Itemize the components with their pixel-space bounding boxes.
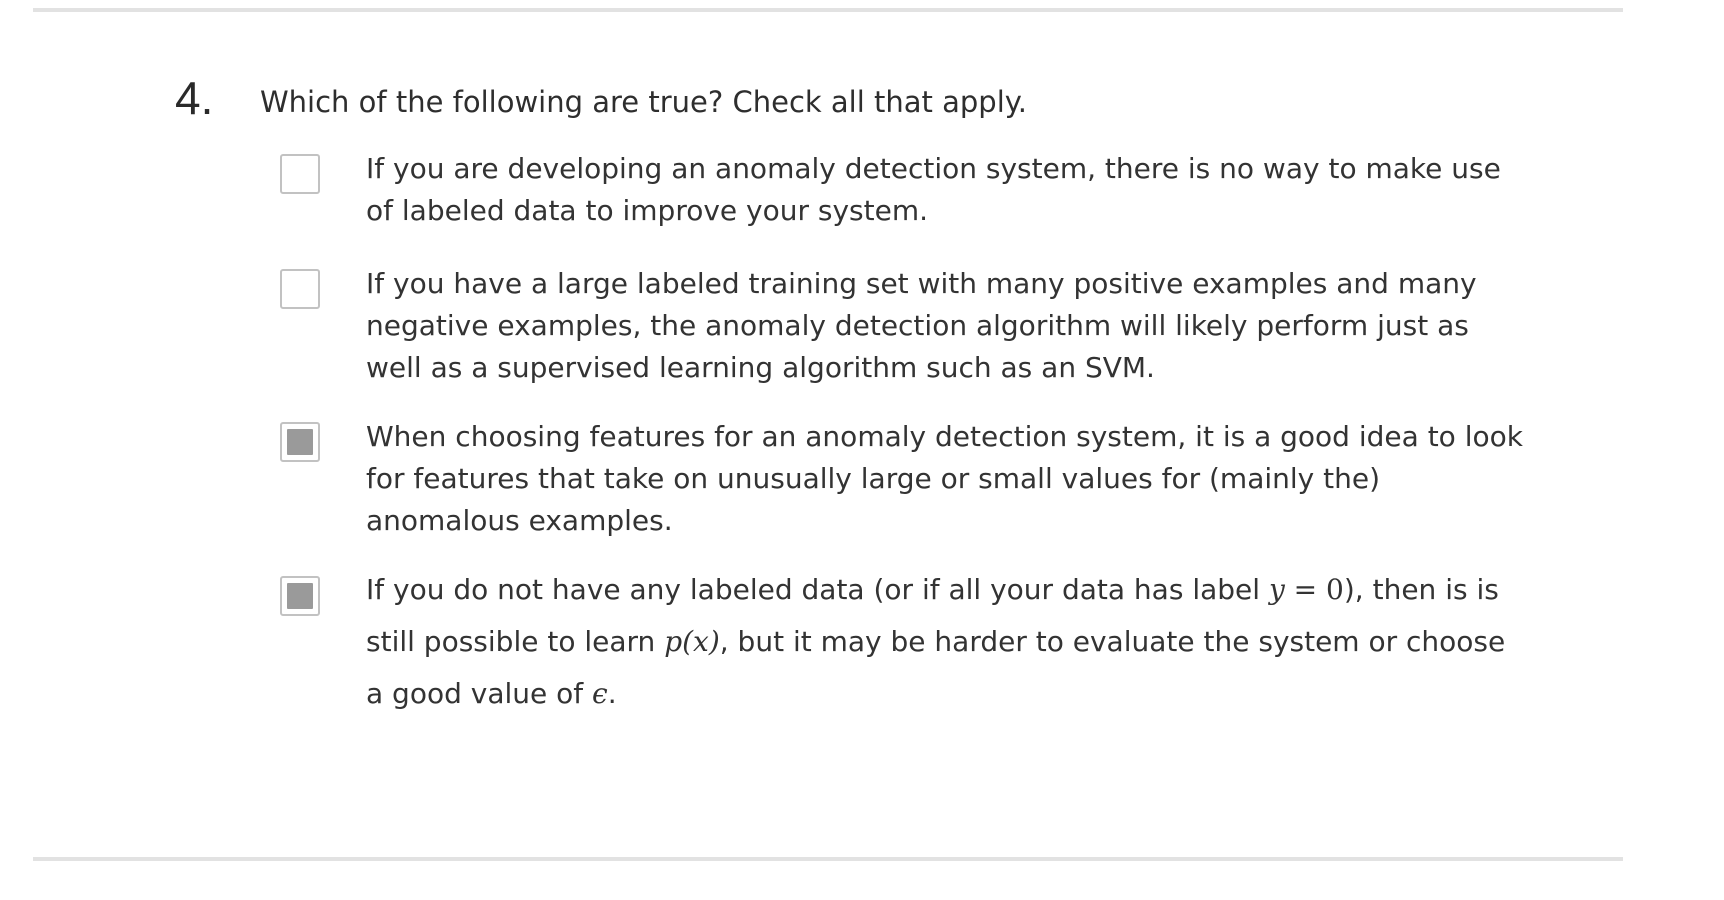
- option-checkbox-1[interactable]: [280, 154, 320, 194]
- option-text-4: If you do not have any labeled data (or …: [366, 564, 1526, 720]
- math-p-of-x: p(x): [664, 625, 720, 658]
- option-checkbox-2[interactable]: [280, 269, 320, 309]
- option-text-2: If you have a large labeled training set…: [366, 267, 1477, 384]
- math-zero: 0: [1326, 573, 1344, 606]
- math-variable-y: y: [1268, 573, 1285, 606]
- top-divider: [33, 8, 1623, 12]
- option-text-1: If you are developing an anomaly detecti…: [366, 152, 1501, 227]
- option-checkbox-3[interactable]: [280, 422, 320, 462]
- math-epsilon: ϵ: [592, 677, 608, 710]
- option-text-3: When choosing features for an anomaly de…: [366, 420, 1523, 537]
- option-4-text-part: If you do not have any labeled data (or …: [366, 573, 1269, 606]
- option-4-text-part: .: [607, 677, 617, 710]
- question-prompt: Which of the following are true? Check a…: [260, 85, 1027, 119]
- option-checkbox-4[interactable]: [280, 576, 320, 616]
- math-equals: =: [1284, 573, 1327, 606]
- bottom-divider: [33, 857, 1623, 861]
- question-number: 4.: [175, 72, 214, 124]
- quiz-page: 4. Which of the following are true? Chec…: [0, 0, 1724, 900]
